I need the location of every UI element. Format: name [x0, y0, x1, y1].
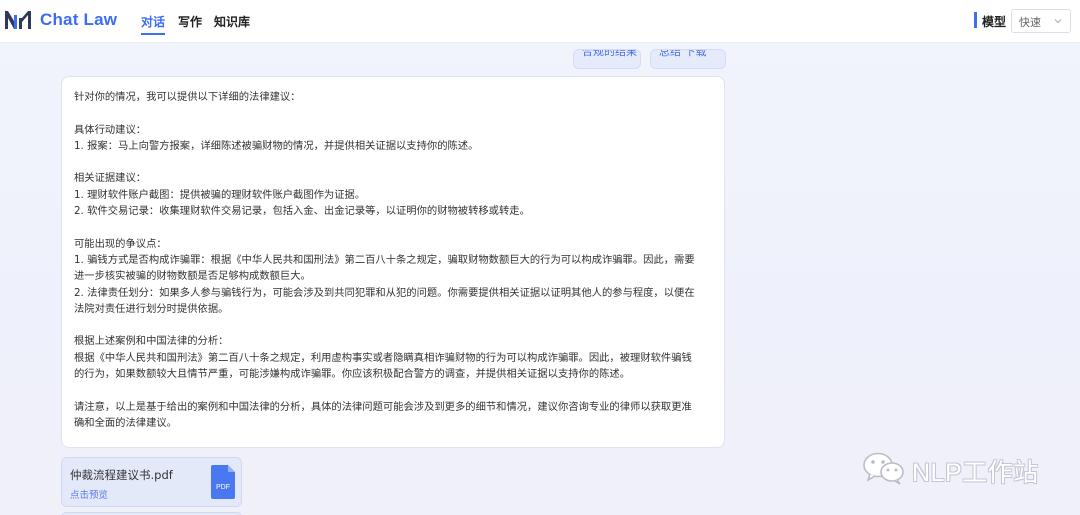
model-select-value: 快速 [1019, 16, 1041, 29]
pdf-attachment-card[interactable]: 仲裁流程建议书.pdf 点击预览 PDF [61, 457, 242, 507]
brand-title[interactable]: Chat Law [40, 10, 117, 30]
file-name: 仲裁流程建议书.pdf [70, 468, 173, 482]
answer-line: 可能出现的争议点： [74, 237, 167, 250]
answer-line: 根据上述案例和中国法律的分析： [74, 335, 229, 348]
watermark: NLP工作站 [862, 449, 1062, 489]
model-accent-bar [974, 12, 977, 28]
model-label: 模型 [982, 15, 1007, 29]
answer-line: 2. 软件交易记录：收集理财软件交易记录，包括入金、出金记录等，以证明你的财物被… [74, 205, 530, 218]
answer-line: 根据《中华人民共和国刑法》第二百八十条之规定，利用虚构事实或者隐瞒真相诈骗财物的… [74, 351, 692, 364]
pill-button-1-label: 合规的结果 [582, 49, 637, 58]
answer-line [74, 105, 712, 121]
pill-button-1[interactable]: 合规的结果 [573, 49, 641, 69]
answer-line: 2. 法律责任划分：如果多人参与骗钱行为，可能会涉及到共同犯罪和从犯的问题。你需… [74, 286, 695, 299]
tab-chat[interactable]: 对话 [141, 13, 166, 35]
pdf-icon-label: PDF [216, 484, 230, 491]
answer-line: 具体行动建议： [74, 123, 147, 136]
file-preview-link[interactable]: 点击预览 [70, 487, 108, 501]
chevron-down-icon [1054, 19, 1062, 24]
pill-button-2-label: 总结 下载 [659, 49, 707, 58]
answer-line [74, 317, 712, 333]
wechat-logo-icon [863, 452, 904, 485]
answer-line: 确和全面的法律建议。 [74, 416, 177, 429]
answer-line: 1. 骗钱方式是否构成诈骗罪：根据《中华人民共和国刑法》第二百八十条之规定，骗取… [74, 253, 695, 266]
pdf-file-icon: PDF [211, 465, 235, 499]
model-select[interactable]: 快速 [1011, 9, 1071, 33]
answer-line [74, 219, 712, 235]
chatlaw-logo-icon[interactable] [5, 9, 32, 31]
answer-line: 的行为，如果数额较大且情节严重，可能涉嫌构成诈骗罪。你应该积极配合警方的调查，并… [74, 368, 631, 381]
answer-line: 1. 理财软件账户截图：提供被骗的理财软件账户截图作为证据。 [74, 188, 366, 201]
answer-line [74, 382, 712, 398]
answer-line: 针对你的情况，我可以提供以下详细的法律建议： [74, 91, 301, 103]
tab-writing[interactable]: 写作 [178, 13, 202, 30]
answer-line: 进一步核实被骗的财物数额是否足够构成数额巨大。 [74, 270, 311, 283]
answer-line [74, 154, 712, 170]
answer-line: 1. 报案：马上向警方报案，详细陈述被骗财物的情况，并提供相关证据以支持你的陈述… [74, 139, 479, 152]
top-header: Chat Law 对话 写作 知识库 模型 快速 [0, 0, 1080, 43]
answer-card: 针对你的情况，我可以提供以下详细的法律建议： 具体行动建议： 1. 报案：马上向… [61, 76, 725, 448]
answer-line: 相关证据建议： [74, 172, 147, 185]
watermark-text: NLP工作站 [912, 459, 1039, 487]
answer-line: 法院对责任进行划分时提供依据。 [74, 302, 229, 315]
pill-button-2[interactable]: 总结 下载 [650, 49, 726, 69]
answer-line: 请注意，以上是基于给出的案例和中国法律的分析，具体的法律问题可能会涉及到更多的细… [74, 400, 692, 413]
tab-knowledge-base[interactable]: 知识库 [214, 13, 250, 30]
